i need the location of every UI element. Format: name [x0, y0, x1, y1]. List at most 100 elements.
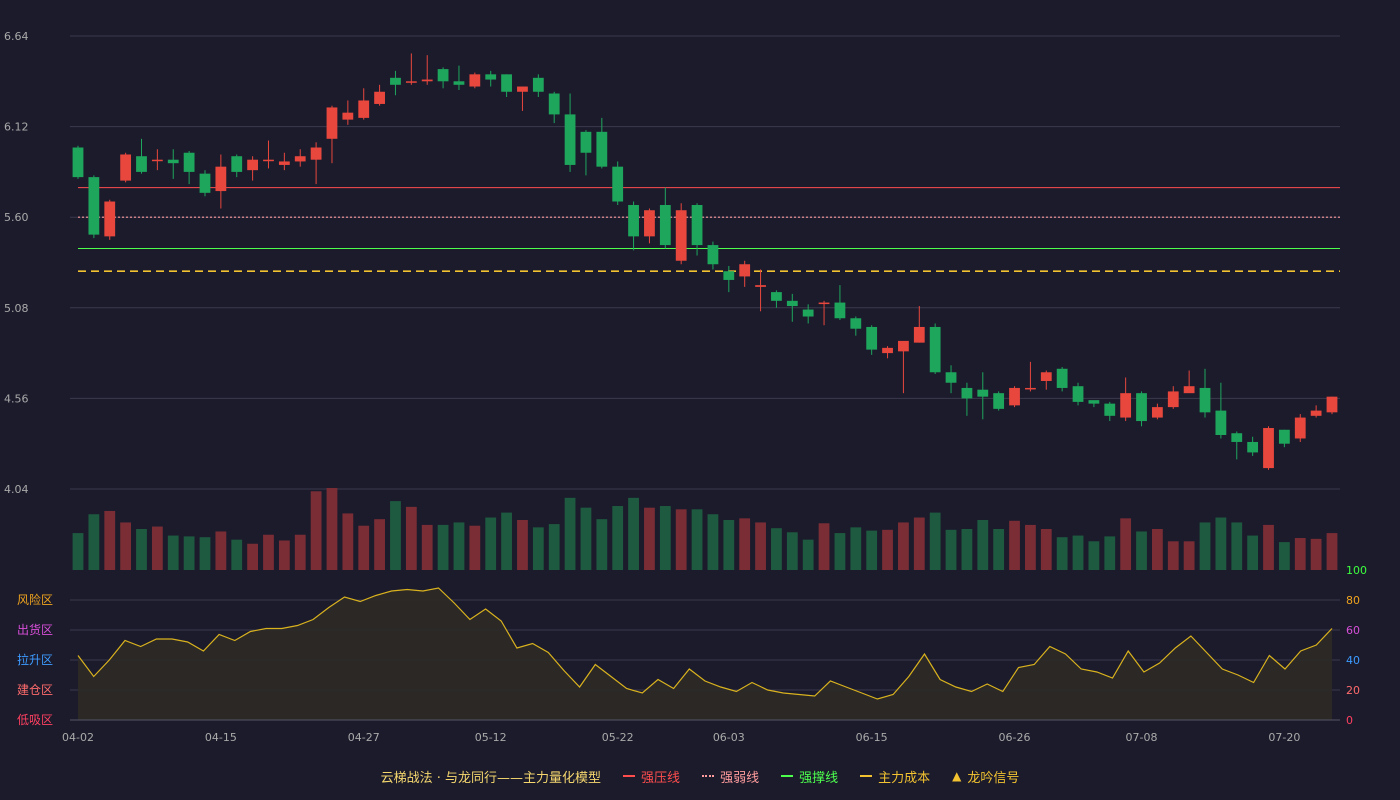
- candle-body: [104, 201, 116, 237]
- candle-body: [342, 112, 354, 120]
- volume-bar: [167, 535, 179, 570]
- volume-bar: [961, 529, 973, 570]
- candle: [358, 88, 370, 120]
- volume-bar: [485, 517, 497, 570]
- candle: [247, 156, 259, 181]
- indicator-tick-label: 80: [1346, 594, 1360, 607]
- zone-label: 建仓区: [17, 683, 53, 697]
- volume-bar: [977, 519, 989, 570]
- candle: [564, 93, 576, 172]
- candle-body: [898, 340, 909, 352]
- candle: [1278, 429, 1290, 448]
- volume-bar: [644, 507, 655, 570]
- indicator-tick-label: 0: [1346, 714, 1353, 727]
- candle-body: [548, 93, 560, 115]
- candle: [405, 53, 417, 85]
- candle: [596, 117, 608, 169]
- volume-bar: [1009, 520, 1020, 570]
- legend-item-strong-support[interactable]: 强撑线: [781, 767, 838, 786]
- volume-bar: [1136, 531, 1147, 570]
- volume-bar: [913, 517, 925, 570]
- candle: [850, 316, 862, 336]
- volume-bar: [501, 512, 512, 570]
- y-tick-label: 6.12: [4, 121, 29, 134]
- candle-body: [167, 159, 179, 164]
- volume-bar: [453, 522, 465, 570]
- volume-bar: [199, 537, 211, 570]
- volume-bar: [1278, 542, 1290, 570]
- candle-body: [1215, 410, 1227, 435]
- x-tick-label: 04-02: [62, 731, 94, 744]
- candle: [866, 325, 878, 355]
- volume-bar: [247, 543, 259, 570]
- legend-item-main-cost[interactable]: 主力成本: [860, 767, 930, 786]
- candle: [1310, 405, 1322, 418]
- volume-bar: [278, 540, 290, 570]
- volume-bar: [628, 497, 639, 570]
- volume-bar: [739, 518, 751, 570]
- candle: [199, 170, 211, 197]
- volume-bar: [1167, 541, 1179, 570]
- candle-body: [469, 74, 481, 87]
- candle: [104, 199, 116, 240]
- candle-body: [707, 245, 719, 265]
- candle-body: [88, 177, 100, 235]
- candle-body: [374, 91, 385, 104]
- x-tick-label: 06-15: [856, 731, 888, 744]
- candle: [278, 152, 290, 171]
- x-tick-label: 07-20: [1268, 731, 1300, 744]
- candle: [1056, 367, 1068, 392]
- candle: [675, 203, 687, 265]
- zone-label: 拉升区: [17, 652, 53, 667]
- volume-bar: [231, 539, 243, 570]
- candle: [453, 65, 465, 91]
- candle: [977, 372, 989, 420]
- candle: [1104, 401, 1116, 422]
- zone-label: 出货区: [17, 622, 53, 637]
- volume-bar: [1088, 541, 1100, 570]
- x-tick-label: 04-27: [348, 731, 380, 744]
- grid-layer: [70, 35, 1340, 721]
- candle: [437, 67, 449, 89]
- candle: [1088, 400, 1100, 408]
- indicator-tick-label: 40: [1346, 654, 1360, 667]
- candle-body: [294, 156, 306, 162]
- candle: [517, 86, 528, 111]
- candle: [136, 138, 147, 174]
- volume-bar: [691, 509, 703, 570]
- candle-body: [263, 159, 274, 162]
- candle: [961, 382, 973, 416]
- legend-label-weak: 强弱线: [720, 770, 760, 786]
- candle-body: [945, 372, 957, 383]
- candle-body: [72, 147, 84, 178]
- candle: [612, 161, 624, 206]
- volume-bar: [1151, 529, 1163, 570]
- legend-item-strong-weak[interactable]: 强弱线: [702, 767, 759, 786]
- candle: [548, 91, 560, 124]
- x-tick-label: 06-03: [713, 731, 745, 744]
- volume-bar: [802, 539, 814, 570]
- candle-body: [247, 159, 259, 171]
- candle: [326, 105, 338, 164]
- volume-bar: [1040, 529, 1052, 570]
- legend-item-dragon-signal[interactable]: ▲ 龙吟信号: [952, 767, 1019, 786]
- volume-bar: [294, 534, 306, 570]
- candle: [1120, 377, 1132, 422]
- x-tick-label: 06-26: [999, 731, 1031, 744]
- candle: [183, 150, 195, 185]
- candle: [532, 74, 544, 97]
- candle-body: [1072, 386, 1084, 402]
- candle: [993, 391, 1005, 411]
- indicator-tick-label: 20: [1346, 684, 1360, 697]
- candle-body: [437, 69, 449, 82]
- volume-bar: [72, 533, 84, 570]
- volume-bar: [405, 506, 417, 570]
- legend-item-strong-resistance[interactable]: 强压线: [623, 767, 680, 786]
- volume-bar: [1326, 533, 1338, 570]
- candle: [707, 241, 719, 270]
- candle: [151, 149, 163, 171]
- candle: [1167, 386, 1179, 409]
- candle-body: [1025, 387, 1036, 390]
- volume-bar: [929, 512, 941, 570]
- x-tick-label: 04-15: [205, 731, 237, 744]
